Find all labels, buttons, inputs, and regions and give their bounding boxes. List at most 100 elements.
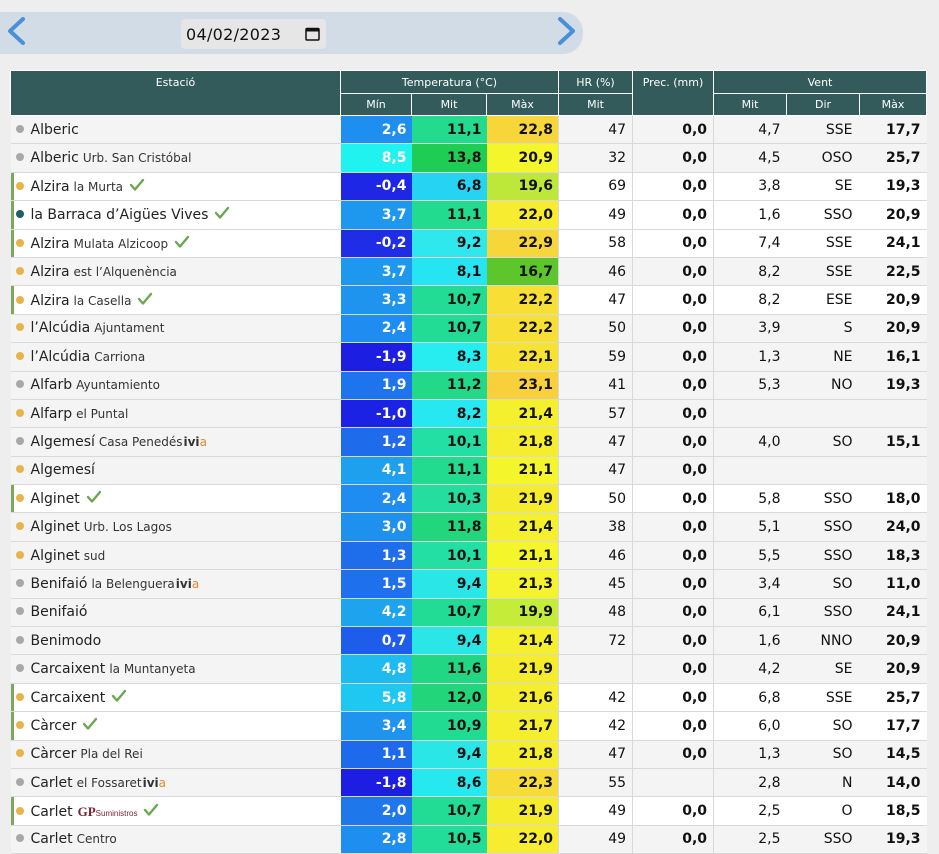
station-cell[interactable]: Alginet sud — [10, 541, 341, 571]
table-row[interactable]: Alzira Mulata Alzicoop -0,2 9,2 22,9 58 0,0 7,4… — [10, 229, 927, 258]
station-name[interactable]: Alzira — [31, 264, 70, 280]
station-cell[interactable]: Alzira Mulata Alzicoop — [10, 229, 341, 258]
station-name[interactable]: Alginet — [31, 548, 80, 564]
station-cell[interactable]: Carcaixent — [10, 683, 341, 713]
header-wind-dir[interactable]: Dir — [786, 93, 861, 116]
prev-day-button[interactable] — [4, 15, 28, 47]
station-name[interactable]: Alzira — [31, 236, 70, 252]
station-cell[interactable]: Benimodo — [10, 626, 341, 656]
table-row[interactable]: Alzira la Casella 3,3 10,7 22,2 47 0,0 8,2 ESE 20… — [10, 285, 927, 315]
table-row[interactable]: Algemesí 4,1 11,1 21,1 47 0,0 — [10, 456, 927, 486]
station-name[interactable]: Alginet — [31, 519, 80, 535]
header-temp-mit[interactable]: Mit — [411, 93, 487, 116]
station-name[interactable]: Carlet — [31, 775, 73, 791]
date-input[interactable]: 04/02/2023 — [181, 19, 326, 49]
station-name[interactable]: Alfarp — [31, 406, 73, 422]
table-row[interactable]: Benifaió 4,2 10,7 19,9 48 0,0 6,1 SSO 24,1 — [10, 598, 927, 628]
station-name[interactable]: Càrcer — [31, 718, 77, 734]
station-cell[interactable]: Carlet Centro — [10, 825, 341, 854]
table-row[interactable]: Carlet Centro 2,8 10,5 22,0 49 0,0 2,5 SSO 19,3 — [10, 825, 927, 854]
station-cell[interactable]: Càrcer — [10, 711, 341, 741]
station-name[interactable]: Benifaió — [31, 576, 88, 592]
table-row[interactable]: l’Alcúdia Carriona -1,9 8,3 22,1 59 0,0 1,3 NE 16… — [10, 342, 927, 372]
station-name[interactable]: Alberic — [31, 150, 79, 166]
station-name[interactable]: l’Alcúdia — [31, 349, 91, 365]
station-cell[interactable]: Carlet GPSuministros — [10, 796, 341, 826]
station-name[interactable]: Carlet — [31, 804, 73, 820]
station-cell[interactable]: Alzira la Murta — [10, 172, 341, 202]
station-name[interactable]: Alginet — [31, 491, 80, 507]
station-cell[interactable]: l’Alcúdia Carriona — [10, 342, 341, 372]
status-dot — [15, 777, 24, 786]
table-row[interactable]: Carlet el Fossaretivia -1,8 8,6 22,3 55 2,8 N 14… — [10, 768, 927, 798]
station-cell[interactable]: Alginet — [10, 484, 341, 514]
station-cell[interactable]: Alginet Urb. Los Lagos — [10, 512, 341, 542]
station-cell[interactable]: Alzira est l’Alquenència — [10, 257, 341, 287]
station-name[interactable]: Benifaió — [31, 604, 88, 620]
station-name[interactable]: Carcaixent — [31, 690, 106, 706]
header-temp-min[interactable]: Mín — [340, 93, 412, 116]
station-cell[interactable]: Algemesí — [10, 456, 341, 486]
station-name[interactable]: Alfarb — [31, 377, 73, 393]
station-name[interactable]: Carlet — [31, 831, 73, 847]
table-row[interactable]: Benifaió la Belengueraivia 1,5 9,4 21,3 45 0,0… — [10, 569, 927, 599]
station-name[interactable]: Càrcer — [31, 746, 77, 762]
station-cell[interactable]: Càrcer Pla del Rei — [10, 740, 341, 769]
header-station[interactable]: Estació — [10, 70, 341, 116]
station-subname: Centro — [76, 832, 117, 847]
table-row[interactable]: Carcaixent 5,8 12,0 21,6 42 0,0 6,8 SSE 25,7 — [10, 683, 927, 713]
header-wind-mit[interactable]: Mit — [713, 93, 788, 116]
station-cell[interactable]: Alfarp el Puntal — [10, 399, 341, 429]
station-cell[interactable]: Alzira la Casella — [10, 285, 341, 315]
table-row[interactable]: Alginet sud 1,3 10,1 21,1 46 0,0 5,5 SSO 18,3 — [10, 541, 927, 571]
header-temp-max[interactable]: Màx — [485, 93, 560, 116]
station-name[interactable]: Algemesí — [31, 434, 95, 450]
station-name[interactable]: Carcaixent — [31, 661, 106, 677]
table-row[interactable]: Càrcer 3,4 10,9 21,7 42 0,0 6,0 SO 17,7 — [10, 711, 927, 741]
next-day-button[interactable] — [555, 15, 579, 47]
header-wind-max[interactable]: Màx — [859, 93, 928, 116]
table-row[interactable]: Alfarb Ayuntamiento 1,9 11,2 23,1 41 0,0 5,3 NO 1… — [10, 371, 927, 400]
station-cell[interactable]: Alberic — [10, 115, 341, 145]
table-row[interactable]: l’Alcúdia Ajuntament 2,4 10,7 22,2 50 0,0 3,9 S 2… — [10, 314, 927, 344]
prec-cell: 0,0 — [632, 740, 714, 769]
chevron-right-icon — [558, 17, 575, 45]
table-row[interactable]: Alfarp el Puntal -1,0 8,2 21,4 57 0,0 — [10, 399, 927, 429]
table-row[interactable]: Alzira la Murta -0,4 6,8 19,6 69 0,0 3,8 SE 19,3 — [10, 172, 927, 202]
table-row[interactable]: la Barraca d’Aigües Vives 3,7 11,1 22,0 49 0,… — [10, 200, 927, 230]
station-name[interactable]: Alzira — [31, 179, 70, 195]
table-row[interactable]: Alginet Urb. Los Lagos 3,0 11,8 21,4 38 0,0 5,1… — [10, 512, 927, 542]
station-name[interactable]: l’Alcúdia — [31, 320, 91, 336]
station-cell[interactable]: Algemesí Casa Penedésivia — [10, 427, 341, 457]
station-cell[interactable]: Carcaixent la Muntanyeta — [10, 654, 341, 684]
temp-mit-cell: 13,8 — [411, 143, 487, 173]
station-cell[interactable]: Alfarb Ayuntamiento — [10, 371, 341, 400]
table-row[interactable]: Alzira est l’Alquenència 3,7 8,1 16,7 46 0,0 8,… — [10, 257, 927, 287]
table-row[interactable]: Càrcer Pla del Rei 1,1 9,4 21,8 47 0,0 1,3 SO 14,… — [10, 740, 927, 769]
wind-dir-cell: S — [786, 314, 860, 344]
station-name[interactable]: Algemesí — [31, 462, 95, 478]
table-row[interactable]: Alberic Urb. San Cristóbal 8,5 13,8 20,9 32 0,… — [10, 143, 927, 173]
station-cell[interactable]: la Barraca d’Aigües Vives — [10, 200, 341, 230]
station-cell[interactable]: Carlet el Fossaretivia — [10, 768, 341, 798]
header-hr-mit[interactable]: Mit — [558, 93, 634, 116]
table-row[interactable]: Alberic 2,6 11,1 22,8 47 0,0 4,7 SSE 17,7 — [10, 115, 927, 145]
table-row[interactable]: Algemesí Casa Penedésivia 1,2 10,1 21,8 47 0,0… — [10, 427, 927, 457]
station-subname: Urb. San Cristóbal — [82, 151, 192, 166]
table-row[interactable]: Alginet 2,4 10,3 21,9 50 0,0 5,8 SSO 18,0 — [10, 484, 927, 514]
temp-min-cell: 1,9 — [340, 371, 412, 400]
table-row[interactable]: Benimodo 0,7 9,4 21,4 72 0,0 1,6 NNO 20,9 — [10, 626, 927, 656]
wind-max-cell: 22,5 — [859, 257, 927, 287]
station-name[interactable]: Benimodo — [31, 633, 102, 649]
station-cell[interactable]: Benifaió la Belengueraivia — [10, 569, 341, 599]
table-row[interactable]: Carlet GPSuministros 2,0 10,7 21,9 49 0,0 2,5 O 1… — [10, 796, 927, 826]
header-prec[interactable]: Prec. (mm) — [632, 70, 715, 116]
station-name[interactable]: Alberic — [31, 122, 79, 138]
calendar-icon[interactable] — [305, 26, 320, 41]
station-name[interactable]: la Barraca d’Aigües Vives — [31, 207, 209, 223]
table-row[interactable]: Carcaixent la Muntanyeta 4,8 11,6 21,9 0,0 4,2… — [10, 654, 927, 684]
station-cell[interactable]: Benifaió — [10, 598, 341, 628]
station-cell[interactable]: l’Alcúdia Ajuntament — [10, 314, 341, 344]
station-cell[interactable]: Alberic Urb. San Cristóbal — [10, 143, 341, 173]
station-name[interactable]: Alzira — [31, 293, 70, 309]
